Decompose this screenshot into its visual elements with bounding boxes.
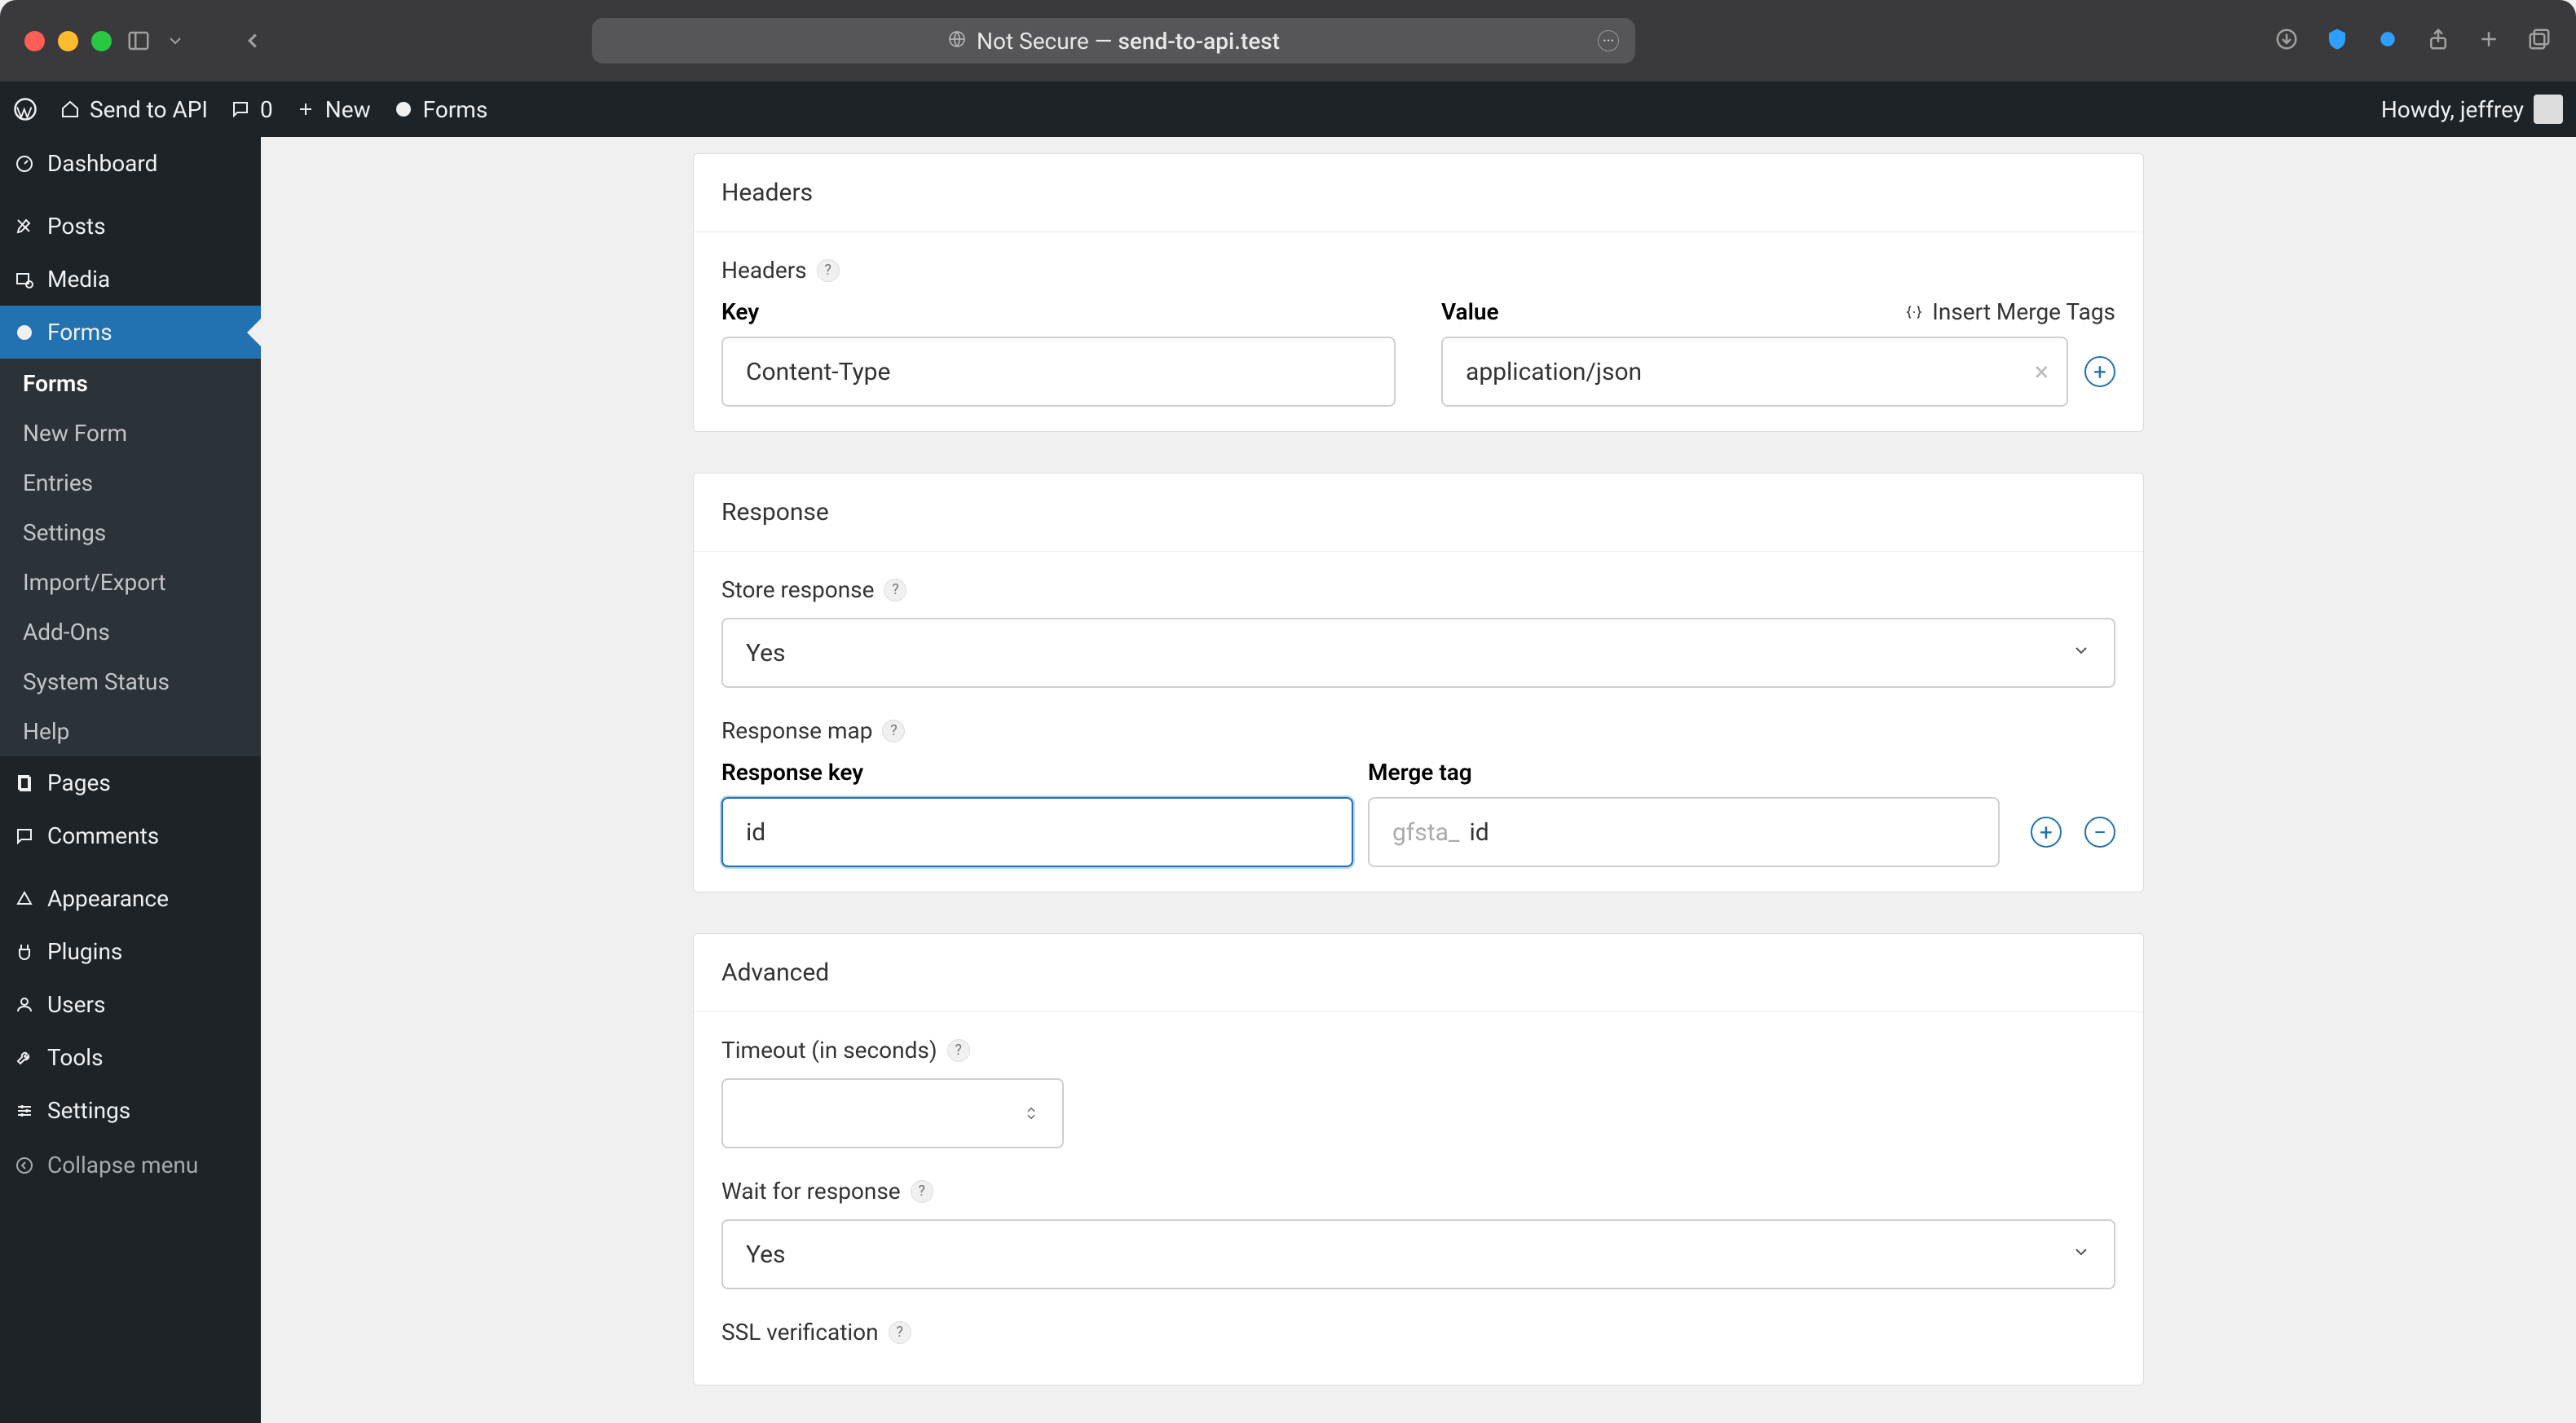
url-text: Not Secure — send-to-api.test — [977, 28, 1280, 55]
help-icon[interactable]: ? — [947, 1039, 970, 1062]
sidebar-item-comments[interactable]: Comments — [0, 809, 261, 862]
chevron-down-icon — [2071, 641, 2091, 666]
sidebar-sub-addons[interactable]: Add-Ons — [0, 607, 261, 657]
wait-response-label: Wait for response — [721, 1178, 901, 1205]
close-window-button[interactable] — [24, 31, 45, 51]
headers-label: Headers — [721, 257, 807, 284]
wp-admin-bar: Send to API 0 New Forms Howdy, jeffrey — [0, 82, 2576, 137]
key-column-header: Key — [721, 298, 1396, 325]
merge-tag-input[interactable]: gfsta_ id — [1368, 797, 2000, 867]
clear-icon[interactable]: × — [2035, 356, 2049, 387]
merge-tag-header: Merge tag — [1368, 759, 2000, 786]
chevron-down-icon — [2071, 1242, 2091, 1267]
response-key-input[interactable] — [721, 797, 1353, 867]
browser-titlebar: Not Secure — send-to-api.test ··· — [0, 0, 2576, 82]
share-icon[interactable] — [2426, 27, 2450, 55]
value-column-header: Value — [1441, 298, 1499, 325]
timeout-label: Timeout (in seconds) — [721, 1037, 937, 1064]
maximize-window-button[interactable] — [91, 31, 112, 51]
tabs-icon[interactable] — [2527, 27, 2552, 55]
sidebar-sub-entries[interactable]: Entries — [0, 458, 261, 508]
store-response-select[interactable]: Yes — [721, 618, 2115, 688]
sidebar-sub-settings[interactable]: Settings — [0, 508, 261, 557]
sidebar-sub-new-form[interactable]: New Form — [0, 408, 261, 458]
downloads-icon[interactable] — [2274, 27, 2299, 55]
add-header-button[interactable]: + — [2084, 356, 2115, 387]
wait-response-select[interactable]: Yes — [721, 1219, 2115, 1289]
sidebar-sub-help[interactable]: Help — [0, 707, 261, 756]
help-icon[interactable]: ? — [817, 259, 840, 282]
main-content: Headers Headers ? Key — [261, 137, 2576, 1423]
advanced-card-title: Advanced — [694, 934, 2143, 1012]
advanced-card: Advanced Timeout (in seconds) ? — [693, 933, 2144, 1386]
sidebar-sub-forms[interactable]: Forms — [0, 359, 261, 408]
shield-icon[interactable] — [2325, 27, 2349, 55]
wp-logo-icon[interactable] — [13, 97, 37, 121]
sidebar-item-media[interactable]: Media — [0, 253, 261, 306]
number-stepper[interactable] — [1025, 1105, 1038, 1121]
sidebar-item-pages[interactable]: Pages — [0, 756, 261, 809]
store-response-label: Store response — [721, 576, 874, 603]
sidebar-item-users[interactable]: Users — [0, 978, 261, 1031]
response-map-label: Response map — [721, 717, 872, 744]
sidebar-item-forms[interactable]: Forms — [0, 306, 261, 359]
timeout-input[interactable] — [721, 1078, 1064, 1148]
sidebar-item-tools[interactable]: Tools — [0, 1031, 261, 1084]
extension-icon[interactable] — [2375, 27, 2400, 55]
window-controls — [24, 31, 112, 51]
help-icon[interactable]: ? — [884, 579, 906, 601]
header-value-input[interactable] — [1441, 337, 2068, 407]
user-menu[interactable]: Howdy, jeffrey — [2381, 95, 2563, 124]
page-options-icon[interactable]: ··· — [1598, 30, 1619, 51]
sidebar-sub-system-status[interactable]: System Status — [0, 657, 261, 707]
headers-card: Headers Headers ? Key — [693, 153, 2144, 432]
ssl-verification-label: SSL verification — [721, 1319, 879, 1346]
minimize-window-button[interactable] — [58, 31, 78, 51]
response-key-header: Response key — [721, 759, 1353, 786]
sidebar-item-posts[interactable]: Posts — [0, 200, 261, 253]
sidebar-item-appearance[interactable]: Appearance — [0, 872, 261, 925]
chevron-down-icon[interactable] — [165, 31, 185, 51]
sidebar-toggle-icon[interactable] — [126, 29, 151, 53]
help-icon[interactable]: ? — [882, 720, 905, 742]
comments-link[interactable]: 0 — [231, 96, 273, 123]
site-home-link[interactable]: Send to API — [60, 96, 208, 123]
sidebar-item-plugins[interactable]: Plugins — [0, 925, 261, 978]
header-key-input[interactable] — [721, 337, 1396, 407]
add-response-map-button[interactable]: + — [2031, 817, 2062, 848]
merge-tag-prefix: gfsta_ — [1392, 818, 1459, 847]
help-icon[interactable]: ? — [911, 1180, 933, 1203]
forms-link[interactable]: Forms — [394, 96, 488, 123]
sidebar-submenu-forms: Forms New Form Entries Settings Import/E… — [0, 359, 261, 756]
back-button[interactable] — [240, 29, 265, 53]
headers-card-title: Headers — [694, 154, 2143, 232]
response-card-title: Response — [694, 474, 2143, 552]
globe-icon — [947, 28, 967, 55]
remove-response-map-button[interactable]: − — [2084, 817, 2115, 848]
collapse-menu-button[interactable]: Collapse menu — [0, 1137, 261, 1193]
sidebar-sub-import-export[interactable]: Import/Export — [0, 557, 261, 607]
avatar — [2534, 95, 2563, 124]
sidebar-item-dashboard[interactable]: Dashboard — [0, 137, 261, 190]
response-card: Response Store response ? Yes Respon — [693, 473, 2144, 892]
admin-sidebar: Dashboard Posts Media Forms Forms New Fo… — [0, 137, 261, 1423]
insert-merge-tags-button[interactable]: Insert Merge Tags — [1904, 298, 2115, 325]
sidebar-item-settings[interactable]: Settings — [0, 1084, 261, 1137]
help-icon[interactable]: ? — [889, 1321, 911, 1344]
browser-toolbar-right — [2274, 27, 2552, 55]
url-bar[interactable]: Not Secure — send-to-api.test ··· — [592, 18, 1635, 64]
new-tab-icon[interactable] — [2477, 27, 2501, 55]
new-content-link[interactable]: New — [296, 96, 371, 123]
